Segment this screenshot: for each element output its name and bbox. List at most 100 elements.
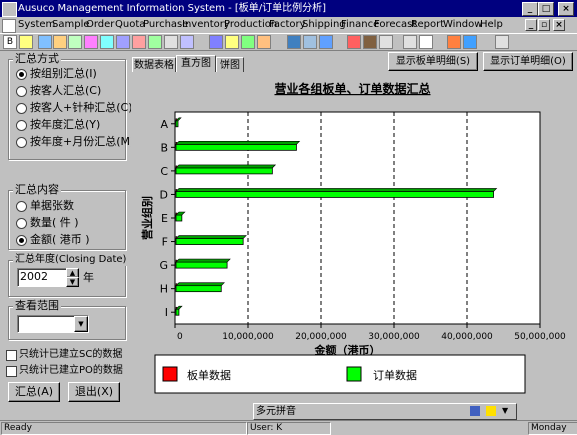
exit-icon[interactable] <box>495 35 509 49</box>
menu-forecast[interactable]: Forecast <box>374 18 416 32</box>
calendar-icon[interactable] <box>164 35 178 49</box>
y-tick-label: E <box>161 212 168 225</box>
calculator-icon[interactable] <box>225 35 239 49</box>
bold-icon[interactable]: B <box>3 35 17 49</box>
radio-by-customer-label[interactable]: 按客人汇总(C) <box>30 84 101 97</box>
colors-icon[interactable] <box>347 35 361 49</box>
page-icon[interactable] <box>419 35 433 49</box>
chart-icon[interactable] <box>68 35 82 49</box>
menu-system[interactable]: System <box>18 18 55 32</box>
scope-title: 查看范围 <box>13 299 61 312</box>
pencil-icon[interactable] <box>241 35 255 49</box>
sc-only-checkbox[interactable] <box>6 350 17 361</box>
year-unit: 年 <box>83 271 94 284</box>
menu-shipping[interactable]: Shipping <box>302 18 346 32</box>
sheet-icon[interactable] <box>180 35 194 49</box>
menu-quota[interactable]: Quota <box>115 18 145 32</box>
summarize-button[interactable]: 汇总(A) <box>8 382 60 402</box>
show-sample-detail-button[interactable]: 显示板单明细(S) <box>388 52 478 71</box>
keyboard-icon[interactable] <box>470 406 480 416</box>
radio-amount[interactable] <box>16 235 27 246</box>
scope-select[interactable]: ▼ <box>17 315 89 333</box>
bar-order <box>175 167 273 175</box>
tools-icon[interactable] <box>257 35 271 49</box>
bar-order-top <box>175 141 301 145</box>
bar-order <box>175 285 222 293</box>
menu-window[interactable]: Window <box>443 18 482 32</box>
bar-order-top <box>175 258 231 263</box>
window-icon[interactable] <box>209 35 223 49</box>
y-tick-label: D <box>160 188 168 201</box>
radio-by-group[interactable] <box>16 69 27 80</box>
x-tick-label: 30,000,000 <box>368 332 420 342</box>
folder-icon[interactable] <box>53 35 67 49</box>
exit-button[interactable]: 退出(X) <box>68 382 120 402</box>
doc-close-button[interactable]: × <box>553 19 565 31</box>
table-icon[interactable] <box>148 35 162 49</box>
moon-icon[interactable] <box>486 406 496 416</box>
grid-icon[interactable] <box>38 35 52 49</box>
database-icon[interactable] <box>287 35 301 49</box>
doc-restore-button[interactable]: ▫ <box>538 19 550 31</box>
y-tick-label: H <box>160 283 168 296</box>
ime-label: 多元拼音 <box>256 406 296 417</box>
list-icon[interactable] <box>116 35 130 49</box>
bar-order-top <box>175 164 277 169</box>
doc-minimize-button[interactable]: _ <box>525 19 537 31</box>
year-down-icon[interactable]: ▼ <box>66 277 79 287</box>
printer-icon[interactable] <box>379 35 393 49</box>
radio-by-year[interactable] <box>16 120 27 131</box>
radio-doc-count-label[interactable]: 单据张数 <box>30 199 74 212</box>
bar-order <box>175 261 228 269</box>
radio-by-customer-needle[interactable] <box>16 103 27 114</box>
box-icon[interactable] <box>319 35 333 49</box>
year-input[interactable]: 2002 <box>17 268 67 287</box>
toolbar: B <box>0 33 577 51</box>
menu-sample[interactable]: Sample <box>52 18 90 32</box>
menu-factory[interactable]: Factory <box>269 18 306 32</box>
legend-label-order: 订单数据 <box>373 368 417 382</box>
photo-icon[interactable] <box>363 35 377 49</box>
radio-doc-count[interactable] <box>16 201 27 212</box>
report-icon[interactable] <box>132 35 146 49</box>
po-only-checkbox[interactable] <box>6 366 17 377</box>
radio-quantity[interactable] <box>16 218 27 229</box>
menu-help[interactable]: Help <box>480 18 503 32</box>
radio-by-customer[interactable] <box>16 86 27 97</box>
radio-by-customer-needle-label[interactable]: 按客人+针种汇总(C) <box>30 101 132 114</box>
menu-inventory[interactable]: Inventory <box>182 18 230 32</box>
y-tick-label: B <box>160 141 168 154</box>
close-button[interactable]: × <box>558 2 574 16</box>
summary-mode-title: 汇总方式 <box>13 52 61 65</box>
maximize-button[interactable]: □ <box>538 2 554 16</box>
arrow-icon[interactable] <box>447 35 461 49</box>
cube-icon[interactable] <box>100 35 114 49</box>
show-order-detail-button[interactable]: 显示订单明细(O) <box>483 52 573 71</box>
document-grid-icon[interactable] <box>403 35 417 49</box>
form-icon[interactable] <box>19 35 33 49</box>
palette-icon[interactable] <box>84 35 98 49</box>
menu-order[interactable]: Order <box>86 18 114 32</box>
radio-by-group-label[interactable]: 按组别汇总(I) <box>30 67 97 80</box>
po-only-label[interactable]: 只统计已建立PO的数据 <box>19 364 123 377</box>
bar-order <box>175 143 297 151</box>
x-tick-label: 40,000,000 <box>441 332 493 342</box>
people-icon[interactable] <box>463 35 477 49</box>
sc-only-label[interactable]: 只统计已建立SC的数据 <box>19 348 122 361</box>
menu-report[interactable]: Report <box>411 18 444 32</box>
status-day: Monday <box>528 422 577 435</box>
menu-arrow-icon[interactable]: ▼ <box>502 406 512 416</box>
chart-panel: 营业各组板单、订单数据汇总 0 10,000,000 20,000,000 30,000… <box>131 72 577 412</box>
y-tick-label: A <box>160 118 168 131</box>
minimize-button[interactable]: _ <box>522 2 538 16</box>
bar-order <box>175 308 180 316</box>
radio-by-year-month-label[interactable]: 按年度+月份汇总(M) <box>30 135 134 148</box>
radio-by-year-label[interactable]: 按年度汇总(Y) <box>30 118 100 131</box>
document-icon[interactable] <box>2 19 16 33</box>
radio-amount-label[interactable]: 金额( 港币 ) <box>30 233 90 246</box>
transfer-icon[interactable] <box>303 35 317 49</box>
chevron-down-icon[interactable]: ▼ <box>74 316 88 332</box>
radio-by-year-month[interactable] <box>16 137 27 148</box>
app-icon[interactable] <box>2 2 17 17</box>
radio-quantity-label[interactable]: 数量( 件 ) <box>30 216 79 229</box>
